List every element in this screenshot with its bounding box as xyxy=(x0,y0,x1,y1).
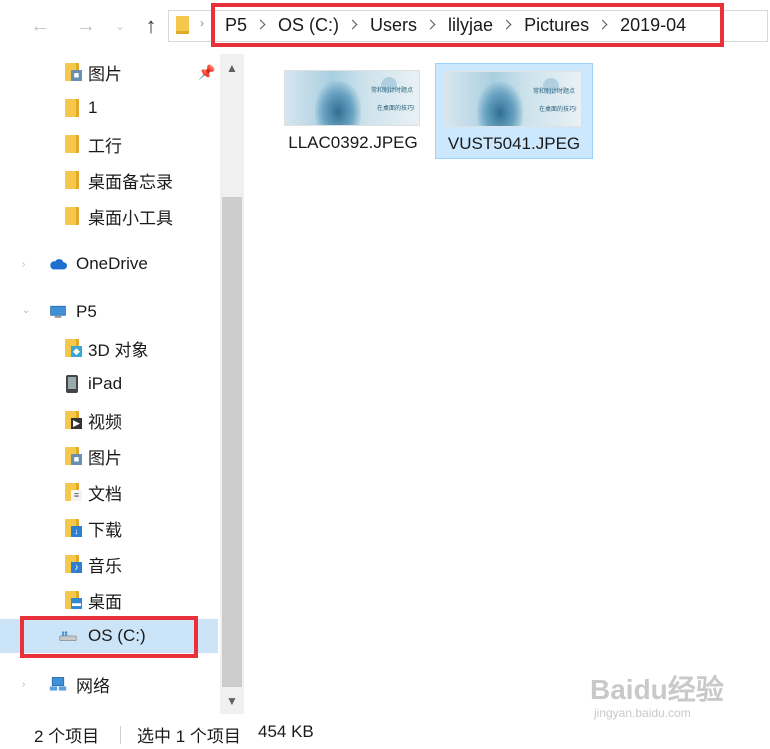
videos-folder-icon: ▶ xyxy=(63,411,82,429)
image-thumbnail: 常和别计时题点 在桌面的技巧! xyxy=(284,70,420,126)
file-item-vust5041[interactable]: 常和别计时题点 在桌面的技巧! VUST5041.JPEG xyxy=(435,63,593,159)
watermark-url: jingyan.baidu.com xyxy=(594,706,691,720)
nav-item-folder-1[interactable]: 1 xyxy=(0,91,218,125)
documents-folder-icon: ≡ xyxy=(63,483,82,501)
file-explorer-window: ← → ⌄ ↑ › P5 OS (C:) Users lilyjae Pictu… xyxy=(0,0,770,749)
folder-icon xyxy=(63,99,81,117)
file-name: VUST5041.JPEG xyxy=(447,134,581,153)
3d-objects-folder-icon: ◆ xyxy=(63,339,82,357)
castle-graphic xyxy=(477,82,523,126)
nav-item-music[interactable]: ♪ 音乐 xyxy=(0,547,218,581)
nav-item-label: 图片 xyxy=(88,64,122,84)
nav-item-onedrive[interactable]: › OneDrive xyxy=(0,247,218,281)
breadcrumb-2019-04[interactable]: 2019-04 xyxy=(620,15,686,36)
breadcrumb-users[interactable]: Users xyxy=(370,15,417,36)
chevron-right-icon[interactable] xyxy=(255,19,266,29)
nav-item-folder-desktop-memo[interactable]: 桌面备忘录 xyxy=(0,163,218,197)
recent-locations-chevron-down-icon[interactable]: ⌄ xyxy=(106,12,134,40)
watermark-brand: Baidu经验 xyxy=(590,674,724,705)
pictures-folder-icon: ■ xyxy=(63,63,82,81)
music-folder-icon: ♪ xyxy=(63,555,82,573)
folder-icon xyxy=(63,135,81,153)
chevron-right-icon[interactable] xyxy=(347,19,358,29)
nav-item-folder-icbc[interactable]: 工行 xyxy=(0,127,218,161)
watermark: Baidu经验 jingyan.baidu.com xyxy=(590,668,740,728)
nav-item-pictures-pinned[interactable]: ■ 图片 📌 xyxy=(0,55,218,89)
breadcrumb-lilyjae[interactable]: lilyjae xyxy=(448,15,493,36)
nav-item-label: 桌面 xyxy=(88,592,122,612)
scroll-up-arrow-icon[interactable]: ▲ xyxy=(220,57,244,79)
chevron-right-icon[interactable] xyxy=(425,19,436,29)
nav-item-downloads[interactable]: ↓ 下载 xyxy=(0,511,218,545)
thumbnail-text: 常和别计时题点 xyxy=(533,89,576,95)
back-arrow-icon[interactable]: ← xyxy=(26,12,54,40)
status-divider xyxy=(120,726,121,744)
chevron-right-icon[interactable]: › xyxy=(22,259,32,270)
forward-arrow-icon[interactable]: → xyxy=(72,12,100,40)
nav-item-this-pc[interactable]: ⌄ P5 xyxy=(0,295,218,329)
nav-item-label: 文档 xyxy=(88,484,122,504)
nav-item-label: 视频 xyxy=(88,412,122,432)
nav-item-label: 3D 对象 xyxy=(88,340,149,360)
nav-item-label: 网络 xyxy=(76,676,110,696)
thumbnail-text: 在桌面的技巧! xyxy=(377,106,415,112)
downloads-folder-icon: ↓ xyxy=(63,519,82,537)
computer-icon xyxy=(49,303,67,321)
breadcrumb-p5[interactable]: P5 xyxy=(225,15,247,36)
chevron-down-icon[interactable]: ⌄ xyxy=(22,305,32,316)
cloud-icon xyxy=(49,255,67,273)
chevron-right-icon[interactable]: › xyxy=(22,679,32,690)
nav-item-desktop[interactable]: ▬ 桌面 xyxy=(0,583,218,617)
status-item-count: 2 个项目 xyxy=(34,727,100,746)
address-bar-area: ← → ⌄ ↑ › P5 OS (C:) Users lilyjae Pictu… xyxy=(0,0,770,54)
nav-pane-scrollbar[interactable]: ▲ ▼ xyxy=(220,54,244,714)
breadcrumb-pictures[interactable]: Pictures xyxy=(524,15,589,36)
nav-item-label: 工行 xyxy=(88,136,122,156)
file-name: LLAC0392.JPEG xyxy=(288,133,418,152)
pictures-folder-icon: ■ xyxy=(63,447,82,465)
highlight-box xyxy=(20,616,198,658)
folder-icon xyxy=(63,207,81,225)
nav-item-label: 桌面小工具 xyxy=(88,208,173,228)
nav-item-ipad[interactable]: iPad xyxy=(0,367,218,401)
nav-item-label: 图片 xyxy=(88,448,122,468)
nav-item-label: iPad xyxy=(88,374,123,393)
scroll-down-arrow-icon[interactable]: ▼ xyxy=(220,690,244,712)
breadcrumb-os-c[interactable]: OS (C:) xyxy=(278,15,339,36)
image-thumbnail: 常和别计时题点 在桌面的技巧! xyxy=(446,71,582,127)
status-selection: 选中 1 个项目 xyxy=(137,727,241,746)
nav-item-3d-objects[interactable]: ◆ 3D 对象 xyxy=(0,331,218,365)
castle-graphic xyxy=(315,81,361,125)
nav-item-label: 桌面备忘录 xyxy=(88,172,173,192)
pin-icon[interactable]: 📌 xyxy=(198,64,215,81)
chevron-right-icon[interactable]: › xyxy=(200,16,204,30)
navigation-pane: ■ 图片 📌 1 工行 桌面备忘录 桌面小工具 › OneDrive ⌄ P5 … xyxy=(0,54,246,714)
file-list-pane: 常和别计时题点 在桌面的技巧! LLAC0392.JPEG 常和别计时题点 在桌… xyxy=(246,54,770,714)
ipad-icon xyxy=(63,375,81,393)
nav-item-network[interactable]: › 网络 xyxy=(0,667,218,701)
thumbnail-text: 在桌面的技巧! xyxy=(539,107,577,113)
network-icon xyxy=(49,675,67,693)
nav-item-label: 音乐 xyxy=(88,556,122,576)
scroll-thumb[interactable] xyxy=(222,197,242,687)
nav-item-documents[interactable]: ≡ 文档 xyxy=(0,475,218,509)
nav-item-label: 1 xyxy=(88,98,98,117)
nav-item-label: P5 xyxy=(76,302,97,321)
thumbnail-text: 常和别计时题点 xyxy=(371,88,414,94)
folder-icon xyxy=(176,16,189,34)
nav-item-pictures[interactable]: ■ 图片 xyxy=(0,439,218,473)
file-item-llac0392[interactable]: 常和别计时题点 在桌面的技巧! LLAC0392.JPEG xyxy=(274,63,432,159)
folder-icon xyxy=(63,171,81,189)
up-arrow-icon[interactable]: ↑ xyxy=(137,12,165,40)
chevron-right-icon[interactable] xyxy=(597,19,608,29)
chevron-right-icon[interactable] xyxy=(501,19,512,29)
desktop-folder-icon: ▬ xyxy=(63,591,82,609)
nav-item-videos[interactable]: ▶ 视频 xyxy=(0,403,218,437)
nav-item-folder-desktop-tools[interactable]: 桌面小工具 xyxy=(0,199,218,233)
nav-item-label: 下载 xyxy=(88,520,122,540)
breadcrumb: P5 OS (C:) Users lilyjae Pictures 2019-0… xyxy=(211,3,724,47)
nav-item-label: OneDrive xyxy=(76,254,148,273)
status-size: 454 KB xyxy=(258,722,314,741)
